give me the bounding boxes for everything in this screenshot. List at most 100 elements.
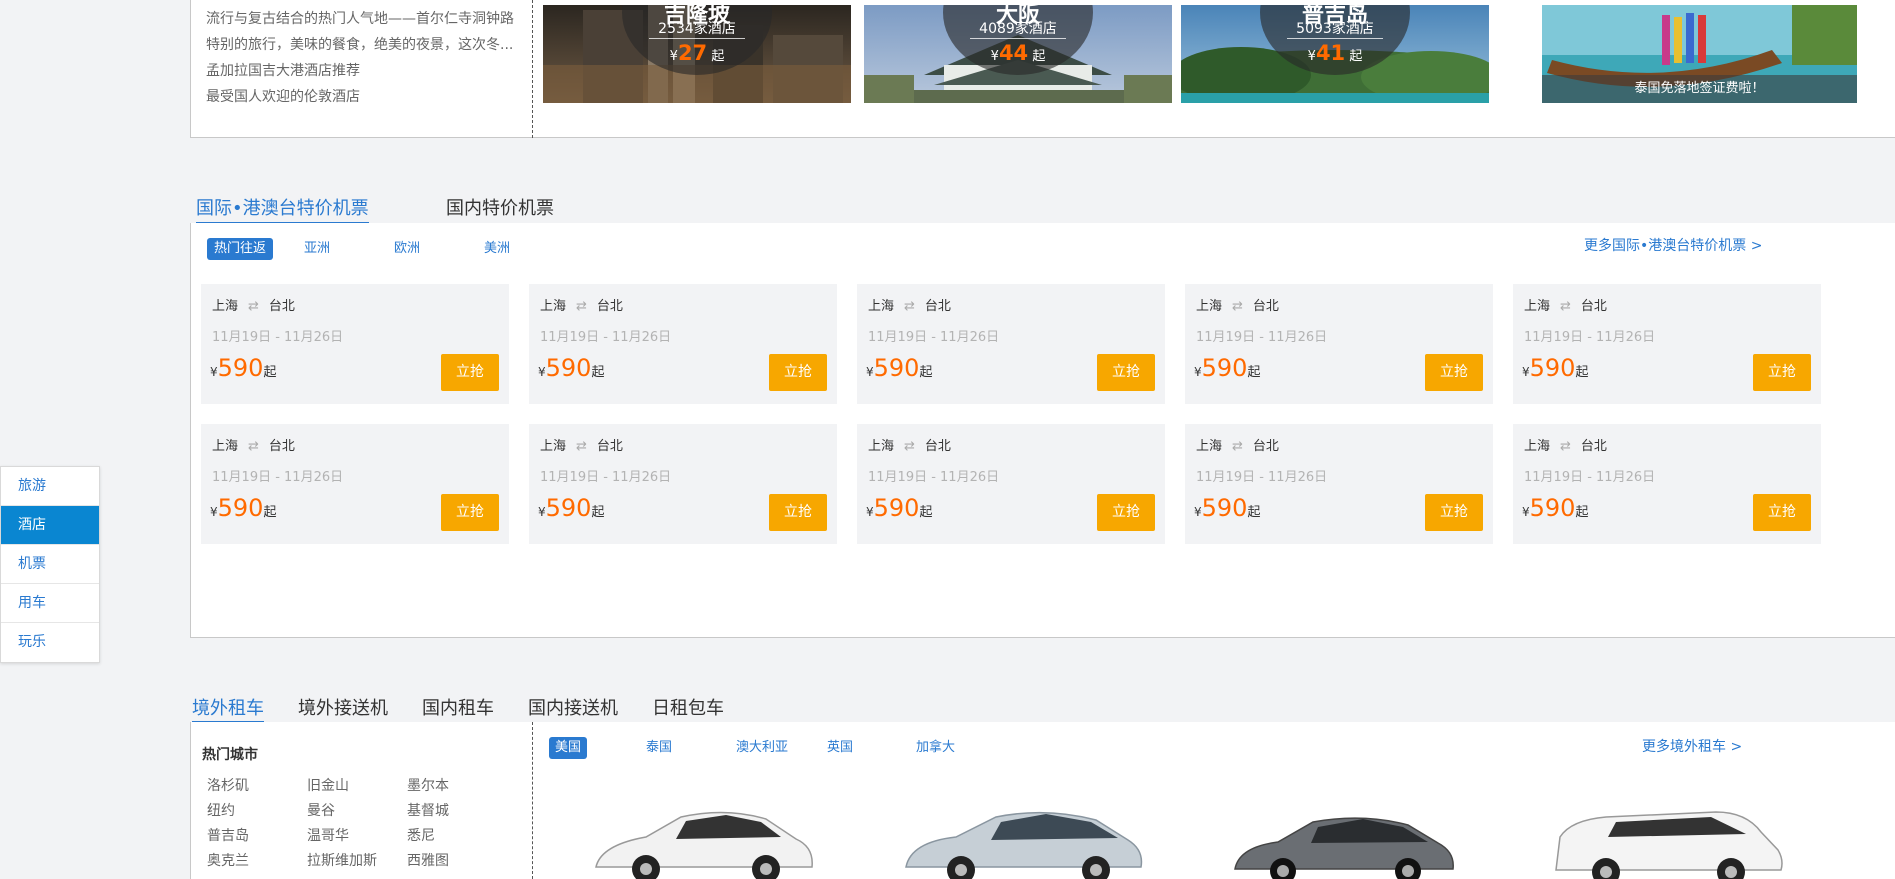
price-suffix: 起 [1575,505,1589,520]
hot-city-link[interactable]: 普吉岛 [207,825,249,845]
travel-dates: 11月19日 - 11月26日 [1196,330,1328,345]
hot-city-link[interactable]: 纽约 [207,800,235,820]
currency-symbol: ¥ [210,365,218,379]
round-trip-icon: ⇄ [576,439,587,454]
round-trip-icon: ⇄ [904,439,915,454]
tab-overseas-rental[interactable]: 境外租车 [192,694,264,723]
grab-deal-button[interactable]: 立抢 [1097,354,1155,391]
flight-deal-card[interactable]: 上海 ⇄ 台北 11月19日 - 11月26日 ¥590起 立抢 [857,284,1165,404]
car-image-gray-sedan[interactable] [1223,807,1463,879]
more-car-rental-link[interactable]: 更多境外租车 > [1642,736,1742,756]
tab-international-flights[interactable]: 国际•港澳台特价机票 [196,194,369,224]
price-suffix: 起 [1247,505,1261,520]
price-amount: 590 [873,494,920,522]
region-tab-hot[interactable]: 热门往返 [207,238,274,260]
round-trip-icon: ⇄ [1560,299,1571,314]
flight-deals-panel: 热门往返 亚洲 欧洲 美洲 更多国际•港澳台特价机票 > 上海 ⇄ 台北 11月19… [190,223,1895,638]
visa-promo-banner[interactable]: 泰国免落地签证费啦！ [1542,5,1857,103]
flight-deal-card[interactable]: 上海 ⇄ 台北 11月19日 - 11月26日 ¥590起 立抢 [529,284,837,404]
hot-city-link[interactable]: 曼谷 [307,800,335,820]
flight-deal-card[interactable]: 上海 ⇄ 台北 11月19日 - 11月26日 ¥590起 立抢 [1185,424,1493,544]
car-image-white-suv[interactable] [1546,802,1786,879]
region-tab-europe[interactable]: 欧洲 [394,238,420,260]
hot-city-link[interactable]: 悉尼 [407,825,435,845]
origin-city: 上海 [868,439,895,454]
flight-route: 上海 ⇄ 台北 [212,295,295,314]
hotel-count: 2534家酒店 [658,21,736,37]
tab-overseas-transfer[interactable]: 境外接送机 [298,694,388,723]
flight-deal-card[interactable]: 上海 ⇄ 台北 11月19日 - 11月26日 ¥590起 立抢 [1513,424,1821,544]
hotel-destination-card[interactable]: 普吉岛 5093家酒店 ¥41 起 [1181,5,1489,103]
grab-deal-button[interactable]: 立抢 [441,354,499,391]
hot-city-link[interactable]: 西雅图 [407,850,449,870]
price-suffix: 起 [1349,49,1363,64]
price-suffix: 起 [919,505,933,520]
currency-symbol: ¥ [669,49,678,64]
country-tab-uk[interactable]: 英国 [827,737,853,759]
destination-city: 台北 [924,439,951,454]
side-nav-travel[interactable]: 旅游 [1,467,99,506]
flight-route: 上海 ⇄ 台北 [1524,295,1607,314]
region-tab-asia[interactable]: 亚洲 [304,238,330,260]
hot-city-link[interactable]: 奥克兰 [207,850,249,870]
country-tab-thailand[interactable]: 泰国 [646,737,672,759]
country-tab-usa[interactable]: 美国 [549,737,588,759]
flight-deal-card[interactable]: 上海 ⇄ 台北 11月19日 - 11月26日 ¥590起 立抢 [1513,284,1821,404]
country-tab-canada[interactable]: 加拿大 [916,737,955,759]
grab-deal-button[interactable]: 立抢 [1097,494,1155,531]
flight-price: ¥590起 [1522,354,1588,382]
hot-city-link[interactable]: 洛杉矶 [207,775,249,795]
hot-city-link[interactable]: 墨尔本 [407,775,449,795]
car-image-white-sedan[interactable] [576,797,816,879]
car-tab-bar: 境外租车 境外接送机 国内租车 国内接送机 日租包车 [190,690,1895,723]
tab-daily-charter[interactable]: 日租包车 [652,694,724,723]
flight-route: 上海 ⇄ 台北 [540,295,623,314]
flight-deal-card[interactable]: 上海 ⇄ 台北 11月19日 - 11月26日 ¥590起 立抢 [857,424,1165,544]
flight-deal-card[interactable]: 上海 ⇄ 台北 11月19日 - 11月26日 ¥590起 立抢 [529,424,837,544]
badge-separator [649,38,745,39]
tab-domestic-rental[interactable]: 国内租车 [422,694,494,723]
grab-deal-button[interactable]: 立抢 [1753,354,1811,391]
side-nav-hotel[interactable]: 酒店 [1,506,99,545]
round-trip-icon: ⇄ [248,439,259,454]
hotel-strip: 流行与复古结合的热门人气地——首尔仁寺洞钟路 特别的旅行，美味的餐食，绝美的夜景… [190,0,1895,138]
flight-deal-card[interactable]: 上海 ⇄ 台北 11月19日 - 11月26日 ¥590起 立抢 [201,284,509,404]
region-tab-americas[interactable]: 美洲 [484,238,510,260]
more-flights-link[interactable]: 更多国际•港澳台特价机票 > [1584,235,1762,255]
grab-deal-button[interactable]: 立抢 [441,494,499,531]
side-nav-car[interactable]: 用车 [1,584,99,623]
hotel-recommendation-link[interactable]: 特别的旅行，美味的餐食，绝美的夜景，这次冬... [206,32,536,58]
grab-deal-button[interactable]: 立抢 [1753,494,1811,531]
travel-dates: 11月19日 - 11月26日 [1524,330,1656,345]
hotel-recommendation-link[interactable]: 流行与复古结合的热门人气地——首尔仁寺洞钟路 [206,6,536,32]
side-nav-fun[interactable]: 玩乐 [1,623,99,662]
hotel-destination-card[interactable]: 大阪 4089家酒店 ¥44 起 [864,5,1172,103]
grab-deal-button[interactable]: 立抢 [1425,354,1483,391]
hotel-destination-card[interactable]: 吉隆坡 2534家酒店 ¥27 起 [543,5,851,103]
hot-city-link[interactable]: 旧金山 [307,775,349,795]
hot-city-link[interactable]: 温哥华 [307,825,349,845]
flight-deal-card[interactable]: 上海 ⇄ 台北 11月19日 - 11月26日 ¥590起 立抢 [1185,284,1493,404]
price-amount: 590 [1529,494,1576,522]
travel-dates: 11月19日 - 11月26日 [868,330,1000,345]
price-suffix: 起 [263,365,277,380]
hot-city-link[interactable]: 拉斯维加斯 [307,850,377,870]
grab-deal-button[interactable]: 立抢 [1425,494,1483,531]
round-trip-icon: ⇄ [904,299,915,314]
flight-price: ¥590起 [1194,354,1260,382]
side-nav-flights[interactable]: 机票 [1,545,99,584]
origin-city: 上海 [868,299,895,314]
hot-city-link[interactable]: 基督城 [407,800,449,820]
car-image-silver-sedan[interactable] [896,802,1146,879]
travel-dates: 11月19日 - 11月26日 [540,330,672,345]
country-tab-australia[interactable]: 澳大利亚 [736,737,788,759]
tab-domestic-flights[interactable]: 国内特价机票 [446,194,554,224]
grab-deal-button[interactable]: 立抢 [769,494,827,531]
flight-deal-card[interactable]: 上海 ⇄ 台北 11月19日 - 11月26日 ¥590起 立抢 [201,424,509,544]
hotel-recommendation-link[interactable]: 最受国人欢迎的伦敦酒店 [206,84,536,110]
hotel-recommendation-link[interactable]: 孟加拉国吉大港酒店推荐 [206,58,536,84]
tab-domestic-transfer[interactable]: 国内接送机 [528,694,618,723]
origin-city: 上海 [1196,439,1223,454]
grab-deal-button[interactable]: 立抢 [769,354,827,391]
origin-city: 上海 [1524,299,1551,314]
